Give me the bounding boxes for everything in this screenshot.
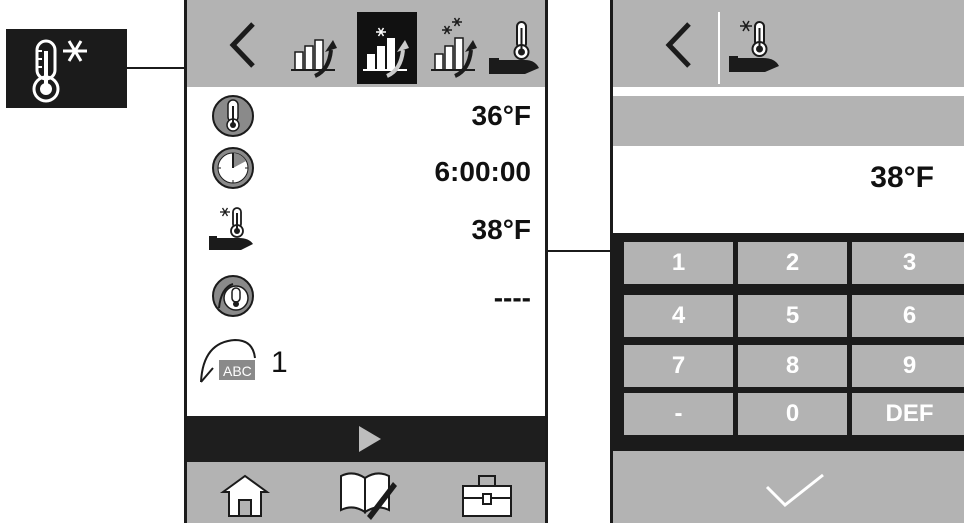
probe-status-value: ---- — [493, 282, 531, 313]
probe-temperature-value: 36°F — [471, 100, 531, 131]
entry-header-bar — [613, 96, 964, 146]
hand-thermometer-icon — [489, 21, 539, 74]
entry-value-display: 38°F — [870, 161, 934, 194]
home-button[interactable] — [217, 470, 273, 520]
play-icon — [359, 426, 381, 452]
key-3[interactable]: 3 — [852, 242, 964, 284]
hand-thermometer-snowflake-icon — [725, 14, 787, 76]
cycle-time-value: 6:00:00 — [434, 156, 531, 187]
toolbar — [187, 0, 545, 87]
cycle-settings-panel: 36°F 6:00:00 38°F ---- ABC 1 — [184, 0, 548, 523]
probe-selection-row[interactable]: ABC 1 — [187, 330, 545, 388]
callout-connector-line — [127, 67, 185, 69]
hand-thermometer-snowflake-icon — [207, 202, 259, 254]
target-temperature-row[interactable]: 38°F — [187, 200, 545, 256]
chart-snowflake-arrow-icon — [363, 27, 409, 78]
back-button[interactable] — [225, 20, 265, 70]
probe-temperature-row[interactable]: 36°F — [187, 92, 545, 140]
callout-connector-line — [547, 250, 611, 252]
check-icon — [765, 473, 824, 508]
toolbox-button[interactable] — [457, 470, 517, 520]
chart-arrow-button[interactable] — [285, 12, 345, 84]
toolbox-icon — [462, 475, 512, 517]
keypad-divider — [613, 444, 964, 451]
cycle-time-row[interactable]: 6:00:00 — [187, 146, 545, 194]
book-pencil-icon — [340, 472, 397, 520]
thermometer-circle-icon — [211, 94, 255, 138]
key-6[interactable]: 6 — [852, 295, 964, 337]
back-button[interactable] — [661, 20, 701, 70]
chart-double-snowflake-arrow-button[interactable] — [425, 12, 485, 84]
confirm-button[interactable] — [613, 451, 964, 523]
key-9[interactable]: 9 — [852, 345, 964, 387]
probe-abc-label: ABC — [223, 363, 252, 379]
numeric-keypad: 1 2 3 4 5 6 7 8 9 - 0 DEF — [613, 233, 964, 444]
probe-circle-icon — [211, 274, 255, 318]
chart-arrow-icon — [291, 39, 337, 78]
key-7[interactable]: 7 — [624, 345, 733, 387]
key-def[interactable]: DEF — [852, 393, 964, 435]
key-5[interactable]: 5 — [738, 295, 847, 337]
probe-number: 1 — [271, 346, 288, 379]
key-2[interactable]: 2 — [738, 242, 847, 284]
key-4[interactable]: 4 — [624, 295, 733, 337]
chart-snowflake-arrow-button[interactable] — [357, 12, 417, 84]
chevron-left-icon — [229, 22, 255, 68]
chevron-left-icon — [665, 22, 691, 68]
key-minus[interactable]: - — [624, 393, 733, 435]
target-temperature-value: 38°F — [471, 214, 531, 245]
home-icon — [219, 474, 271, 517]
bottom-nav — [187, 462, 545, 523]
toolbar — [613, 0, 964, 87]
probe-status-row[interactable]: ---- — [187, 272, 545, 322]
key-0[interactable]: 0 — [738, 393, 847, 435]
start-cycle-button[interactable] — [187, 416, 545, 462]
toolbar-separator — [718, 12, 720, 84]
recipe-book-button[interactable] — [337, 466, 397, 522]
key-1[interactable]: 1 — [624, 242, 733, 284]
key-8[interactable]: 8 — [738, 345, 847, 387]
temperature-entry-panel: 38°F 1 2 3 4 5 6 7 8 9 - 0 DEF — [610, 0, 964, 523]
callout-thermometer-snowflake-icon — [6, 29, 127, 108]
chart-double-snowflake-arrow-icon — [431, 17, 477, 78]
clock-icon — [211, 146, 255, 190]
hand-thermometer-button[interactable] — [485, 12, 545, 84]
